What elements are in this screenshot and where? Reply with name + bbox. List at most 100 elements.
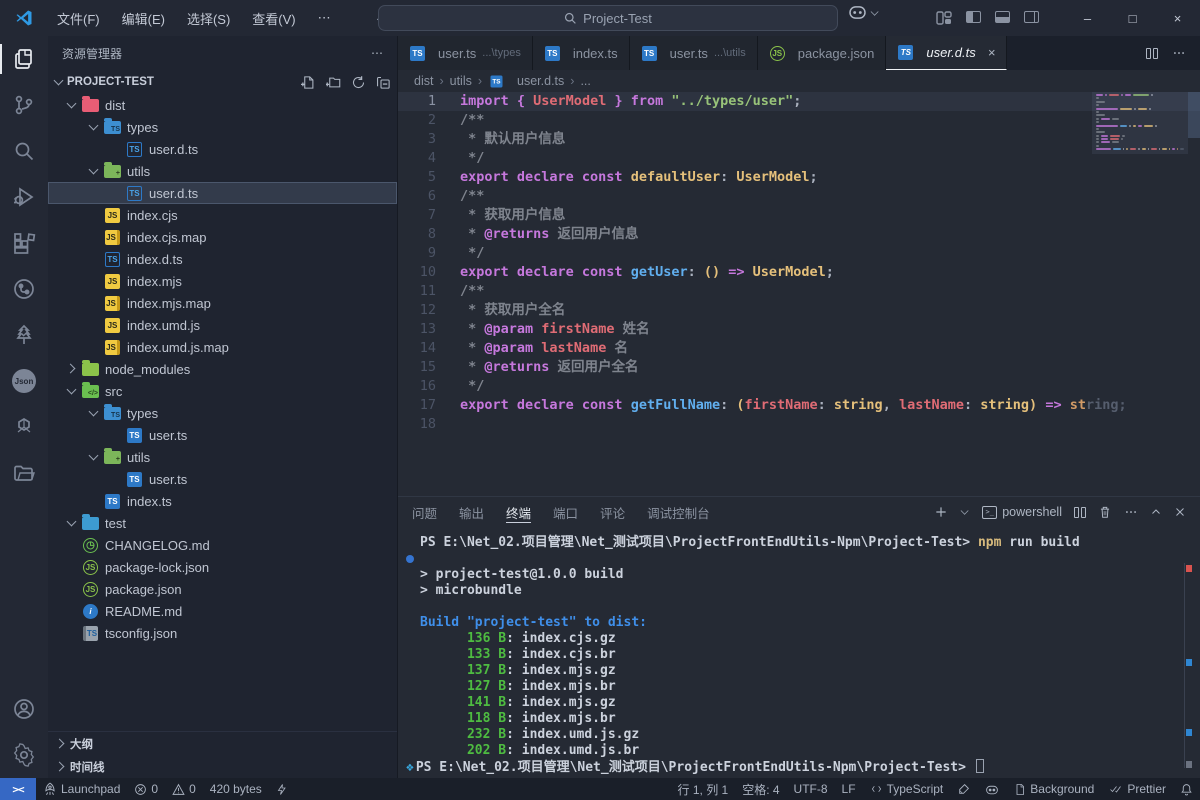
activity-settings-gear-icon[interactable] bbox=[0, 732, 48, 778]
code-line-3[interactable]: 3 * 默认用户信息 bbox=[398, 130, 1200, 149]
tree-item-tsconfig.json[interactable]: TStsconfig.json bbox=[48, 622, 397, 644]
code-line-2[interactable]: 2/** bbox=[398, 111, 1200, 130]
tree-item-index.umd.js[interactable]: JSindex.umd.js bbox=[48, 314, 397, 336]
activity-search-icon[interactable] bbox=[0, 128, 48, 174]
code-line-4[interactable]: 4 */ bbox=[398, 149, 1200, 168]
copilot-menu[interactable] bbox=[848, 5, 880, 20]
activity-project-manager-icon[interactable] bbox=[0, 450, 48, 496]
toggle-panel-icon[interactable] bbox=[995, 11, 1010, 23]
split-terminal-icon[interactable] bbox=[1074, 507, 1086, 518]
toggle-secondary-sidebar-icon[interactable] bbox=[1024, 11, 1039, 23]
code-line-13[interactable]: 13 * @param firstName 姓名 bbox=[398, 320, 1200, 339]
breadcrumb-item[interactable]: dist bbox=[414, 74, 433, 88]
tree-item-package.json[interactable]: JSpackage.json bbox=[48, 578, 397, 600]
code-line-15[interactable]: 15 * @returns 返回用户全名 bbox=[398, 358, 1200, 377]
code-line-17[interactable]: 17export declare const getFullName: (fir… bbox=[398, 396, 1200, 415]
breadcrumb-item[interactable]: utils bbox=[450, 74, 472, 88]
section-时间线[interactable]: 时间线 bbox=[48, 755, 397, 778]
code-line-1[interactable]: 1import { UserModel } from "../types/use… bbox=[398, 92, 1200, 111]
more-icon[interactable] bbox=[1124, 505, 1138, 519]
code-line-14[interactable]: 14 * @param lastName 名 bbox=[398, 339, 1200, 358]
tree-item-index.umd.js.map[interactable]: JSindex.umd.js.map bbox=[48, 336, 397, 358]
code-line-9[interactable]: 9 */ bbox=[398, 244, 1200, 263]
command-center-search[interactable]: Project-Test bbox=[378, 5, 838, 31]
tree-item-user.d.ts[interactable]: TSuser.d.ts bbox=[48, 138, 397, 160]
tree-item-index.mjs.map[interactable]: JSindex.mjs.map bbox=[48, 292, 397, 314]
tab-close-icon[interactable]: × bbox=[988, 45, 996, 60]
editor-tab-user.ts[interactable]: TSuser.ts...\types bbox=[398, 36, 533, 70]
tree-item-src[interactable]: </>src bbox=[48, 380, 397, 402]
code-line-12[interactable]: 12 * 获取用户全名 bbox=[398, 301, 1200, 320]
tree-item-index.d.ts[interactable]: TSindex.d.ts bbox=[48, 248, 397, 270]
terminal-instance[interactable]: >_powershell bbox=[982, 505, 1062, 519]
activity-todo-tree-icon[interactable] bbox=[0, 312, 48, 358]
tree-item-index.mjs[interactable]: JSindex.mjs bbox=[48, 270, 397, 292]
split-editor-icon[interactable] bbox=[1146, 48, 1158, 59]
section-大纲[interactable]: 大纲 bbox=[48, 732, 397, 755]
activity-run-debug-icon[interactable] bbox=[0, 174, 48, 220]
menu-item[interactable]: 文件(F) bbox=[48, 5, 109, 32]
code-line-8[interactable]: 8 * @returns 返回用户信息 bbox=[398, 225, 1200, 244]
plus-icon[interactable] bbox=[934, 505, 948, 519]
activity-source-control-icon[interactable] bbox=[0, 82, 48, 128]
close-icon[interactable] bbox=[1174, 506, 1186, 518]
more-icon[interactable] bbox=[1172, 46, 1186, 60]
refresh-icon[interactable] bbox=[351, 75, 366, 90]
panel-tab-端口[interactable]: 端口 bbox=[553, 497, 578, 527]
tree-item-README.md[interactable]: iREADME.md bbox=[48, 600, 397, 622]
minimap[interactable] bbox=[1096, 94, 1184, 155]
toggle-primary-sidebar-icon[interactable] bbox=[966, 11, 981, 23]
status-indentation[interactable]: 空格: 4 bbox=[735, 778, 786, 800]
editor-tab-user.ts[interactable]: TSuser.ts...\utils bbox=[630, 36, 758, 70]
window-minimize-button[interactable]: – bbox=[1065, 0, 1110, 36]
status-feedback[interactable] bbox=[269, 778, 295, 800]
code-line-10[interactable]: 10export declare const getUser: () => Us… bbox=[398, 263, 1200, 282]
panel-tab-问题[interactable]: 问题 bbox=[412, 497, 437, 527]
window-maximize-button[interactable]: □ bbox=[1110, 0, 1155, 36]
status-encoding[interactable]: UTF-8 bbox=[787, 778, 835, 800]
status-prettier[interactable]: Prettier bbox=[1101, 778, 1173, 800]
tree-item-CHANGELOG.md[interactable]: ◷CHANGELOG.md bbox=[48, 534, 397, 556]
tree-item-utils[interactable]: +utils bbox=[48, 446, 397, 468]
activity-explorer-icon[interactable] bbox=[0, 36, 48, 82]
command-decoration-dot[interactable] bbox=[406, 555, 414, 563]
remote-indicator[interactable]: >< bbox=[0, 778, 36, 800]
breadcrumb-item[interactable]: user.d.ts bbox=[517, 74, 564, 88]
trash-icon[interactable] bbox=[1098, 505, 1112, 519]
editor-scrollbar[interactable] bbox=[1188, 92, 1200, 138]
tree-item-index.cjs.map[interactable]: JSindex.cjs.map bbox=[48, 226, 397, 248]
activity-triskel-extension-icon[interactable] bbox=[0, 404, 48, 450]
activity-accounts-icon[interactable] bbox=[0, 686, 48, 732]
tree-item-user.d.ts[interactable]: TSuser.d.ts bbox=[48, 182, 397, 204]
sidebar-more-actions-icon[interactable]: ⋯ bbox=[371, 46, 383, 60]
panel-tab-输出[interactable]: 输出 bbox=[459, 497, 484, 527]
terminal[interactable]: PS E:\Net_02.项目管理\Net_测试项目\ProjectFrontE… bbox=[398, 527, 1200, 778]
status-errors[interactable]: 0 bbox=[127, 778, 165, 800]
code-line-11[interactable]: 11/** bbox=[398, 282, 1200, 301]
status-launchpad[interactable]: Launchpad bbox=[36, 778, 127, 800]
tree-item-index.cjs[interactable]: JSindex.cjs bbox=[48, 204, 397, 226]
status-file-size[interactable]: 420 bytes bbox=[203, 778, 269, 800]
menu-item[interactable]: 编辑(E) bbox=[113, 5, 174, 32]
status-language-mode[interactable]: TypeScript bbox=[863, 778, 951, 800]
menu-item[interactable]: 选择(S) bbox=[178, 5, 239, 32]
menu-item[interactable]: 查看(V) bbox=[243, 5, 304, 32]
window-close-button[interactable]: × bbox=[1155, 0, 1200, 36]
collapse-all-icon[interactable] bbox=[376, 75, 391, 90]
code-line-16[interactable]: 16 */ bbox=[398, 377, 1200, 396]
tree-item-utils[interactable]: +utils bbox=[48, 160, 397, 182]
tree-item-test[interactable]: test bbox=[48, 512, 397, 534]
menu-item[interactable]: ⋯ bbox=[309, 6, 340, 30]
project-section-header[interactable]: PROJECT-TEST bbox=[48, 70, 397, 94]
panel-tab-评论[interactable]: 评论 bbox=[600, 497, 625, 527]
code-line-7[interactable]: 7 * 获取用户信息 bbox=[398, 206, 1200, 225]
code-editor[interactable]: 1import { UserModel } from "../types/use… bbox=[398, 92, 1200, 496]
panel-tab-终端[interactable]: 终端 bbox=[506, 497, 531, 527]
editor-tab-index.ts[interactable]: TSindex.ts bbox=[533, 36, 630, 70]
breadcrumb[interactable]: dist›utils›TSuser.d.ts›... bbox=[398, 70, 1200, 92]
status-copilot-status[interactable] bbox=[977, 778, 1007, 800]
editor-tab-user.d.ts[interactable]: TSuser.d.ts× bbox=[886, 36, 1007, 70]
status-warnings[interactable]: 0 bbox=[165, 778, 203, 800]
status-notifications[interactable] bbox=[1173, 778, 1200, 800]
status-tool[interactable] bbox=[950, 778, 977, 800]
